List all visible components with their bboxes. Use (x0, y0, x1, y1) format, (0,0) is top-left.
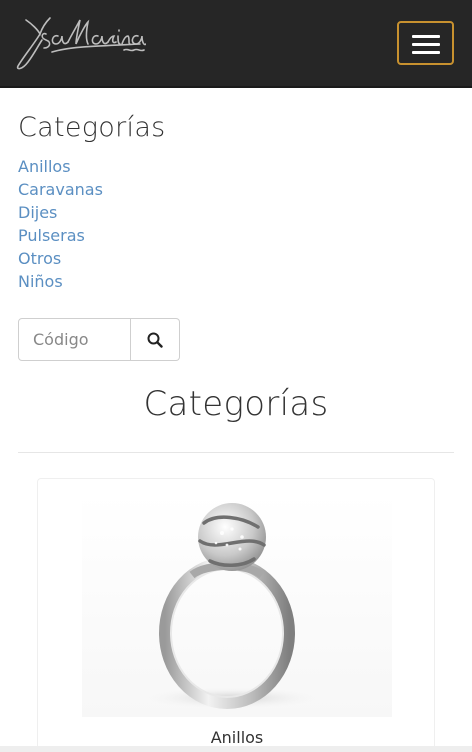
navbar (0, 0, 472, 88)
list-item: Caravanas (18, 180, 103, 203)
scroll-edge (0, 746, 472, 752)
card-caption[interactable]: Anillos (38, 728, 436, 747)
category-link-otros[interactable]: Otros (18, 249, 61, 268)
category-card-anillos[interactable]: Anillos (37, 478, 435, 752)
sidebar-title: Categorías (18, 112, 166, 143)
menu-toggle-button[interactable] (397, 21, 454, 65)
search-icon (147, 332, 163, 348)
search-form (18, 318, 180, 361)
category-list: Anillos Caravanas Dijes Pulseras Otros N… (18, 157, 103, 295)
list-item: Niños (18, 272, 103, 295)
divider (18, 452, 454, 453)
list-item: Anillos (18, 157, 103, 180)
brand-logo[interactable] (12, 10, 146, 74)
category-link-pulseras[interactable]: Pulseras (18, 226, 85, 245)
search-button[interactable] (131, 318, 180, 361)
category-link-anillos[interactable]: Anillos (18, 157, 71, 176)
list-item: Otros (18, 249, 103, 272)
list-item: Dijes (18, 203, 103, 226)
page-title: Categorías (143, 384, 329, 424)
category-link-caravanas[interactable]: Caravanas (18, 180, 103, 199)
list-item: Pulseras (18, 226, 103, 249)
code-search-input[interactable] (18, 318, 131, 361)
ring-product-image[interactable] (82, 493, 392, 717)
category-link-ninos[interactable]: Niños (18, 272, 63, 291)
category-link-dijes[interactable]: Dijes (18, 203, 57, 222)
